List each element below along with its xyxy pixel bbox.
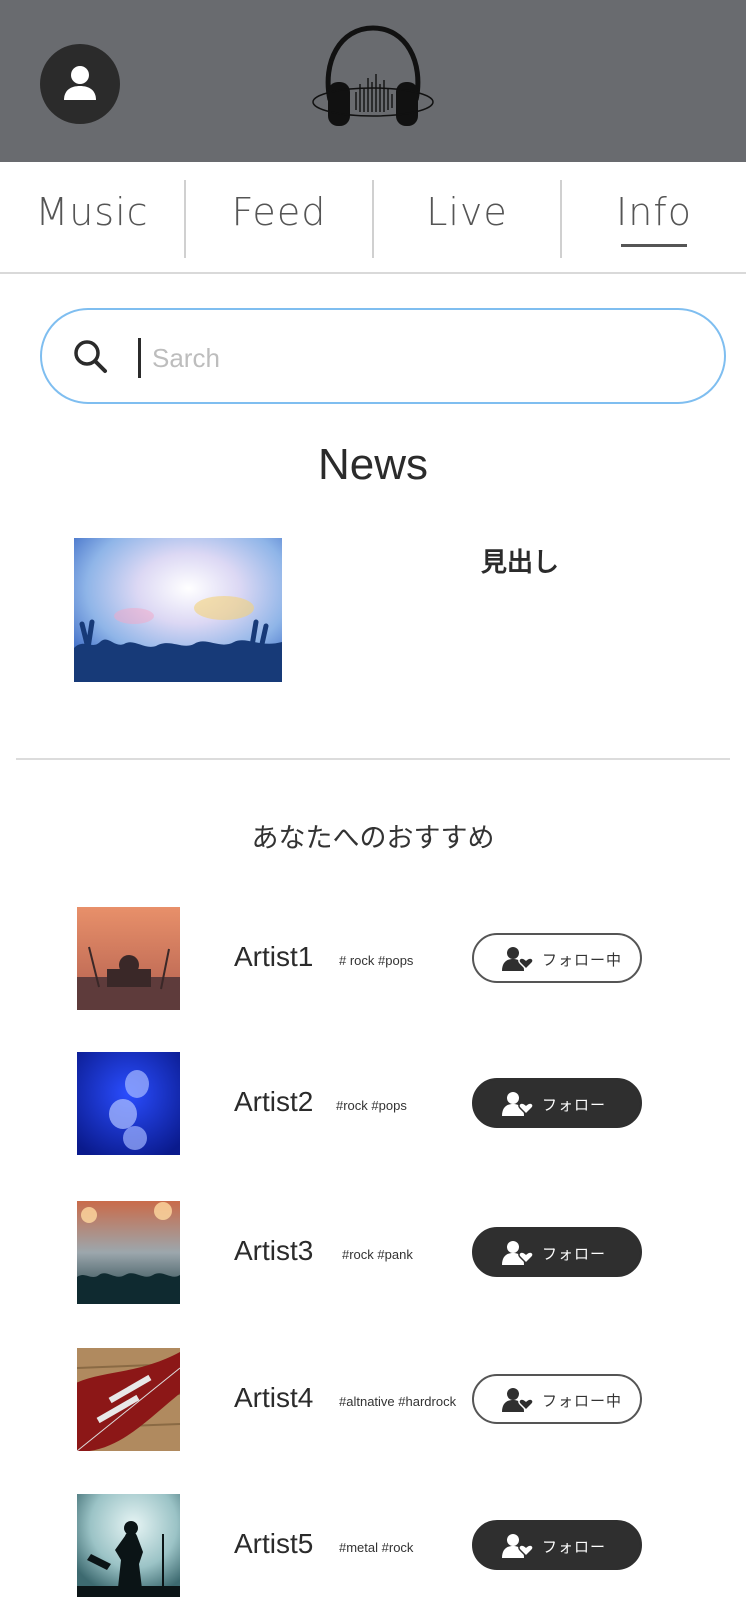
user-heart-icon [502,947,534,971]
user-heart-icon [502,1092,534,1116]
artist-tags: #rock #pops [336,1098,407,1113]
artist-row: Artist4 #altnative #hardrock フォロー中 [0,1348,746,1456]
search-input[interactable] [152,336,672,380]
search-bar[interactable] [40,308,726,404]
artist-name[interactable]: Artist2 [234,1086,313,1118]
follow-button[interactable]: フォロー [472,1520,642,1570]
artist-image[interactable] [77,907,180,1010]
user-heart-icon [502,1388,534,1412]
artist-image[interactable] [77,1348,180,1451]
follow-label: フォロー [542,1245,607,1263]
tab-music[interactable]: Music [0,172,184,252]
main-nav: Music Feed Live Info [0,162,746,274]
artist-image[interactable] [77,1201,180,1304]
tab-live[interactable]: Live [374,172,560,252]
following-button[interactable]: フォロー中 [472,933,642,983]
recommend-heading: あなたへのおすすめ [251,823,495,854]
artist-name[interactable]: Artist3 [234,1235,313,1267]
user-heart-icon [502,1534,534,1558]
artist-tags: #altnative #hardrock [339,1394,457,1409]
artist-tags: #metal #rock [339,1540,414,1555]
headphones-logo [312,25,434,126]
follow-label: フォロー [542,1538,607,1556]
artist-name[interactable]: Artist5 [234,1528,313,1560]
news-headline[interactable]: 見出し [440,542,600,579]
artist-row: Artist1 # rock #pops フォロー中 [0,907,746,1015]
artist-row: Artist3 #rock #pank フォロー [0,1201,746,1309]
person-icon [64,66,96,100]
text-caret [138,338,141,378]
artist-image[interactable] [77,1052,180,1155]
tab-feed[interactable]: Feed [186,172,372,252]
section-divider [16,758,730,760]
artist-name[interactable]: Artist4 [234,1382,313,1414]
profile-button[interactable] [40,44,120,124]
following-button[interactable]: フォロー中 [472,1374,642,1424]
artist-tags: #rock #pank [342,1247,413,1262]
tab-info[interactable]: Info [562,172,746,252]
app-header [0,0,746,162]
follow-label: フォロー [542,1096,607,1114]
artist-name[interactable]: Artist1 [234,941,313,973]
news-image[interactable] [74,538,282,682]
active-tab-indicator [621,244,687,247]
artist-tags: # rock #pops [339,953,414,968]
artist-row: Artist2 #rock #pops フォロー [0,1052,746,1160]
artist-image[interactable] [77,1494,180,1597]
follow-label: フォロー中 [542,951,623,969]
artist-row: Artist5 #metal #rock フォロー [0,1494,746,1602]
news-heading: News [317,440,429,489]
user-heart-icon [502,1241,534,1265]
follow-button[interactable]: フォロー [472,1078,642,1128]
follow-button[interactable]: フォロー [472,1227,642,1277]
follow-label: フォロー中 [542,1392,623,1410]
search-icon [74,340,107,373]
